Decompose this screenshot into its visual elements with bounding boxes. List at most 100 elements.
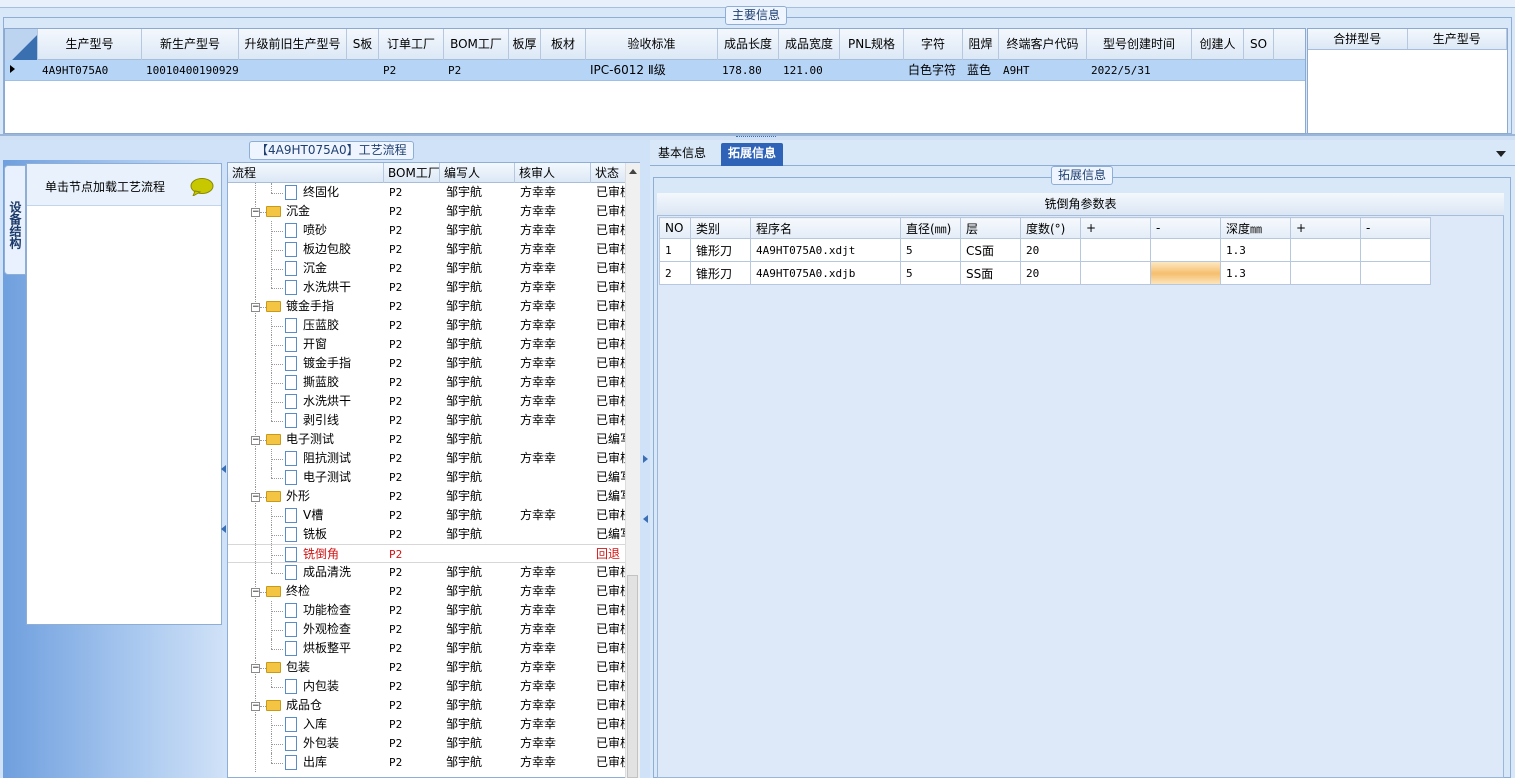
tree-reviewer-cell[interactable]: 方幸幸 xyxy=(515,601,591,620)
tree-reviewer-cell[interactable] xyxy=(515,525,591,544)
tree-status-cell[interactable]: 已审核 xyxy=(591,677,629,696)
process-tree[interactable]: 流程 BOM工厂 编写人 核审人 状态 终固化 P2 邹宇航 方幸幸 已审核 − 沉金 P2 邹… xyxy=(227,162,640,778)
collapse-toggle-icon[interactable]: − xyxy=(251,588,260,597)
main-row-cell[interactable]: A9HT xyxy=(999,60,1087,81)
tree-node-name-cell[interactable]: 成品清洗 xyxy=(228,563,384,582)
tree-node-row[interactable]: 功能检查 P2 邹宇航 方幸幸 已审核 xyxy=(228,601,639,620)
tree-node-row[interactable]: 压蓝胶 P2 邹宇航 方幸幸 已审核 xyxy=(228,316,639,335)
tree-folder-row[interactable]: − 电子测试 P2 邹宇航 已编写 xyxy=(228,430,639,449)
grid-corner-selector[interactable] xyxy=(5,29,38,60)
tree-reviewer-cell[interactable]: 方幸幸 xyxy=(515,335,591,354)
tree-reviewer-cell[interactable]: 方幸幸 xyxy=(515,449,591,468)
main-row-cell[interactable]: P2 xyxy=(444,60,509,81)
main-col-header[interactable]: 板厚 xyxy=(509,29,541,60)
tree-status-cell[interactable]: 已编写 xyxy=(591,487,629,506)
param-cell[interactable]: 1 xyxy=(659,238,691,262)
tree-node-name-cell[interactable]: − 外形 xyxy=(228,487,384,506)
main-row-cell[interactable]: 蓝色 xyxy=(963,60,999,81)
tree-bom-cell[interactable]: P2 xyxy=(384,506,440,525)
tree-node-name-cell[interactable]: 镀金手指 xyxy=(228,354,384,373)
main-col-header[interactable]: 终端客户代码 xyxy=(999,29,1087,60)
tree-bom-cell[interactable]: P2 xyxy=(384,297,440,316)
tree-bom-cell[interactable]: P2 xyxy=(384,316,440,335)
tree-node-name-cell[interactable]: 铣板 xyxy=(228,525,384,544)
main-col-header[interactable]: 验收标准 xyxy=(586,29,718,60)
tree-writer-cell[interactable]: 邹宇航 xyxy=(440,677,515,696)
tree-bom-cell[interactable]: P2 xyxy=(384,525,440,544)
tree-node-row[interactable]: 喷砂 P2 邹宇航 方幸幸 已审核 xyxy=(228,221,639,240)
main-col-header[interactable]: S板 xyxy=(347,29,379,60)
tree-status-cell[interactable]: 已审核 xyxy=(591,639,629,658)
tree-reviewer-cell[interactable]: 方幸幸 xyxy=(515,677,591,696)
param-cell[interactable]: 2 xyxy=(659,261,691,285)
param-row[interactable]: 1 锥形刀 4A9HT075A0.xdjt 5 CS面 20 1.3 xyxy=(659,238,1431,262)
tree-reviewer-cell[interactable] xyxy=(515,487,591,506)
main-info-grid[interactable]: 生产型号 新生产型号 升级前旧生产型号 S板 订单工厂 BOM工厂 板厚 板材 验收标准 成品长度… xyxy=(4,28,1306,134)
nav-header[interactable]: 单击节点加载工艺流程 xyxy=(27,164,221,206)
tree-reviewer-cell[interactable]: 方幸幸 xyxy=(515,183,591,202)
main-col-header[interactable]: 升级前旧生产型号 xyxy=(239,29,347,60)
tree-writer-cell[interactable]: 邹宇航 xyxy=(440,601,515,620)
tree-status-cell[interactable]: 已审核 xyxy=(591,753,629,772)
tree-status-cell[interactable]: 已审核 xyxy=(591,354,629,373)
tab-basic-info[interactable]: 基本信息 xyxy=(651,143,713,166)
tree-node-row[interactable]: V槽 P2 邹宇航 方幸幸 已审核 xyxy=(228,506,639,525)
tree-node-name-cell[interactable]: 终固化 xyxy=(228,183,384,202)
tree-status-cell[interactable]: 已审核 xyxy=(591,582,629,601)
tree-node-name-cell[interactable]: 外包装 xyxy=(228,734,384,753)
main-row-cell[interactable] xyxy=(239,60,347,81)
param-cell[interactable]: 20 xyxy=(1020,261,1081,285)
tree-writer-cell[interactable]: 邹宇航 xyxy=(440,563,515,582)
tree-status-cell[interactable]: 已审核 xyxy=(591,601,629,620)
tree-writer-cell[interactable]: 邹宇航 xyxy=(440,202,515,221)
tree-node-name-cell[interactable]: 外观检查 xyxy=(228,620,384,639)
main-col-header[interactable]: 成品长度 xyxy=(718,29,779,60)
tree-writer-cell[interactable]: 邹宇航 xyxy=(440,468,515,487)
tree-node-row[interactable]: 烘板整平 P2 邹宇航 方幸幸 已审核 xyxy=(228,639,639,658)
main-grid-row[interactable]: 4A9HT075A0 10010400190929 P2 P2 IPC-6012 Ⅱ级 1… xyxy=(5,60,1305,81)
param-cell[interactable] xyxy=(1150,238,1221,262)
tree-reviewer-cell[interactable]: 方幸幸 xyxy=(515,734,591,753)
tree-bom-cell[interactable]: P2 xyxy=(384,259,440,278)
tree-node-row[interactable]: 内包装 P2 邹宇航 方幸幸 已审核 xyxy=(228,677,639,696)
tree-status-cell[interactable]: 已编写 xyxy=(591,430,629,449)
tree-reviewer-cell[interactable]: 方幸幸 xyxy=(515,753,591,772)
tree-col-bom[interactable]: BOM工厂 xyxy=(384,163,440,183)
tree-writer-cell[interactable]: 邹宇航 xyxy=(440,259,515,278)
tree-status-cell[interactable]: 已审核 xyxy=(591,183,629,202)
main-row-cell[interactable] xyxy=(840,60,904,81)
tree-node-name-cell[interactable]: 出库 xyxy=(228,753,384,772)
tree-reviewer-cell[interactable]: 方幸幸 xyxy=(515,620,591,639)
tree-node-name-cell[interactable]: 沉金 xyxy=(228,259,384,278)
main-col-header[interactable]: 字符 xyxy=(904,29,963,60)
main-col-header[interactable]: 板材 xyxy=(541,29,586,60)
vertical-splitter[interactable] xyxy=(641,140,650,778)
tree-reviewer-cell[interactable]: 方幸幸 xyxy=(515,506,591,525)
tree-node-row[interactable]: 铣倒角 P2 回退 xyxy=(228,544,639,564)
tree-bom-cell[interactable]: P2 xyxy=(384,753,440,772)
param-col-header[interactable]: 度数(°) xyxy=(1020,217,1081,239)
tree-node-name-cell[interactable]: 烘板整平 xyxy=(228,639,384,658)
tree-writer-cell[interactable]: 邹宇航 xyxy=(440,430,515,449)
tree-bom-cell[interactable]: P2 xyxy=(384,715,440,734)
scroll-up-icon[interactable] xyxy=(628,167,638,175)
tree-writer-cell[interactable]: 邹宇航 xyxy=(440,297,515,316)
merge-col-merged-model[interactable]: 合拼型号 xyxy=(1308,29,1408,49)
tree-folder-row[interactable]: − 终检 P2 邹宇航 方幸幸 已审核 xyxy=(228,582,639,601)
tree-writer-cell[interactable]: 邹宇航 xyxy=(440,582,515,601)
tree-node-name-cell[interactable]: 开窗 xyxy=(228,335,384,354)
param-cell[interactable] xyxy=(1080,238,1151,262)
tree-status-cell[interactable]: 已审核 xyxy=(591,620,629,639)
tree-node-row[interactable]: 终固化 P2 邹宇航 方幸幸 已审核 xyxy=(228,183,639,202)
main-row-cell[interactable]: 121.00 xyxy=(779,60,840,81)
main-row-cell[interactable]: IPC-6012 Ⅱ级 xyxy=(586,60,718,81)
tree-node-row[interactable]: 开窗 P2 邹宇航 方幸幸 已审核 xyxy=(228,335,639,354)
main-row-cell[interactable] xyxy=(541,60,586,81)
main-col-header[interactable]: 型号创建时间 xyxy=(1087,29,1192,60)
collapse-toggle-icon[interactable]: − xyxy=(251,702,260,711)
tree-folder-row[interactable]: − 沉金 P2 邹宇航 方幸幸 已审核 xyxy=(228,202,639,221)
tree-node-row[interactable]: 板边包胶 P2 邹宇航 方幸幸 已审核 xyxy=(228,240,639,259)
tree-writer-cell[interactable]: 邹宇航 xyxy=(440,373,515,392)
tree-writer-cell[interactable]: 邹宇航 xyxy=(440,221,515,240)
tree-node-name-cell[interactable]: 板边包胶 xyxy=(228,240,384,259)
